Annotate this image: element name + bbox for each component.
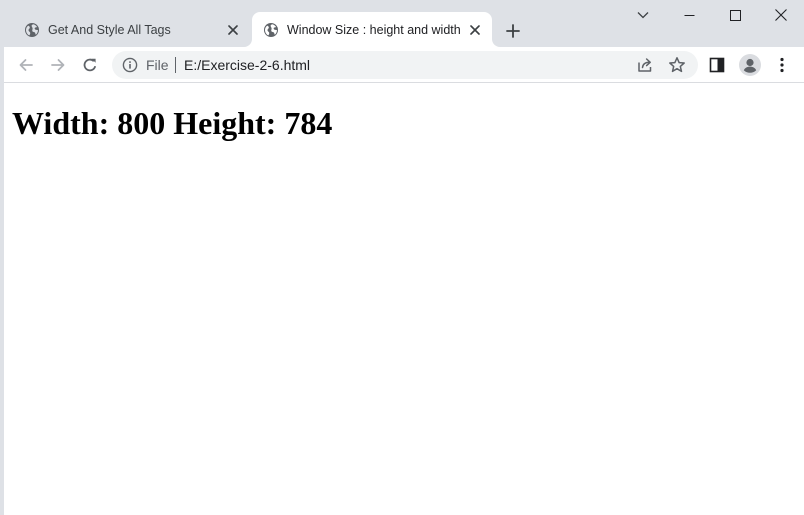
address-bar[interactable]: File E:/Exercise-2-6.html xyxy=(112,51,698,79)
tab-strip: Get And Style All Tags Window Size : hei… xyxy=(0,0,804,47)
new-tab-button[interactable] xyxy=(502,20,524,42)
profile-avatar[interactable] xyxy=(738,53,762,77)
menu-button[interactable] xyxy=(772,55,792,75)
bookmark-star-icon[interactable] xyxy=(668,56,686,74)
url-scheme-label: File xyxy=(146,57,169,73)
side-panel-button[interactable] xyxy=(707,55,727,75)
account-icon xyxy=(739,54,761,76)
globe-icon xyxy=(264,23,278,37)
close-tab-icon[interactable] xyxy=(466,21,484,39)
minimize-button[interactable] xyxy=(666,4,712,26)
url-divider xyxy=(175,57,176,73)
plus-icon xyxy=(506,24,520,38)
tab-corner-right xyxy=(492,39,500,47)
close-tab-icon[interactable] xyxy=(224,21,242,39)
close-window-button[interactable] xyxy=(758,4,804,26)
arrow-right-icon xyxy=(51,59,65,71)
chevron-down-icon xyxy=(637,12,649,19)
window-edge xyxy=(0,0,4,515)
share-icon[interactable] xyxy=(636,56,654,74)
page-content: Width: 800 Height: 784 xyxy=(4,84,804,515)
info-icon[interactable] xyxy=(122,57,138,73)
tab-title: Get And Style All Tags xyxy=(48,23,171,37)
minimize-icon xyxy=(684,14,694,16)
window-size-heading: Width: 800 Height: 784 xyxy=(12,105,333,141)
arrow-left-icon xyxy=(19,59,33,71)
close-icon xyxy=(775,9,787,21)
url-text[interactable]: E:/Exercise-2-6.html xyxy=(184,57,310,73)
tab-window-size[interactable]: Window Size : height and width xyxy=(252,12,492,47)
reload-button[interactable] xyxy=(77,52,103,78)
side-panel-icon xyxy=(709,57,725,73)
back-button[interactable] xyxy=(13,52,39,78)
tab-search-button[interactable] xyxy=(620,4,666,26)
globe-icon xyxy=(25,23,39,37)
tab-corner-left xyxy=(244,39,252,47)
maximize-icon xyxy=(729,9,741,21)
forward-button[interactable] xyxy=(45,52,71,78)
maximize-button[interactable] xyxy=(712,4,758,26)
reload-icon xyxy=(83,58,97,72)
more-vertical-icon xyxy=(780,57,784,73)
tab-get-and-style-all-tags[interactable]: Get And Style All Tags xyxy=(12,12,250,47)
browser-toolbar: File E:/Exercise-2-6.html xyxy=(0,47,804,83)
tab-title: Window Size : height and width xyxy=(287,23,461,37)
